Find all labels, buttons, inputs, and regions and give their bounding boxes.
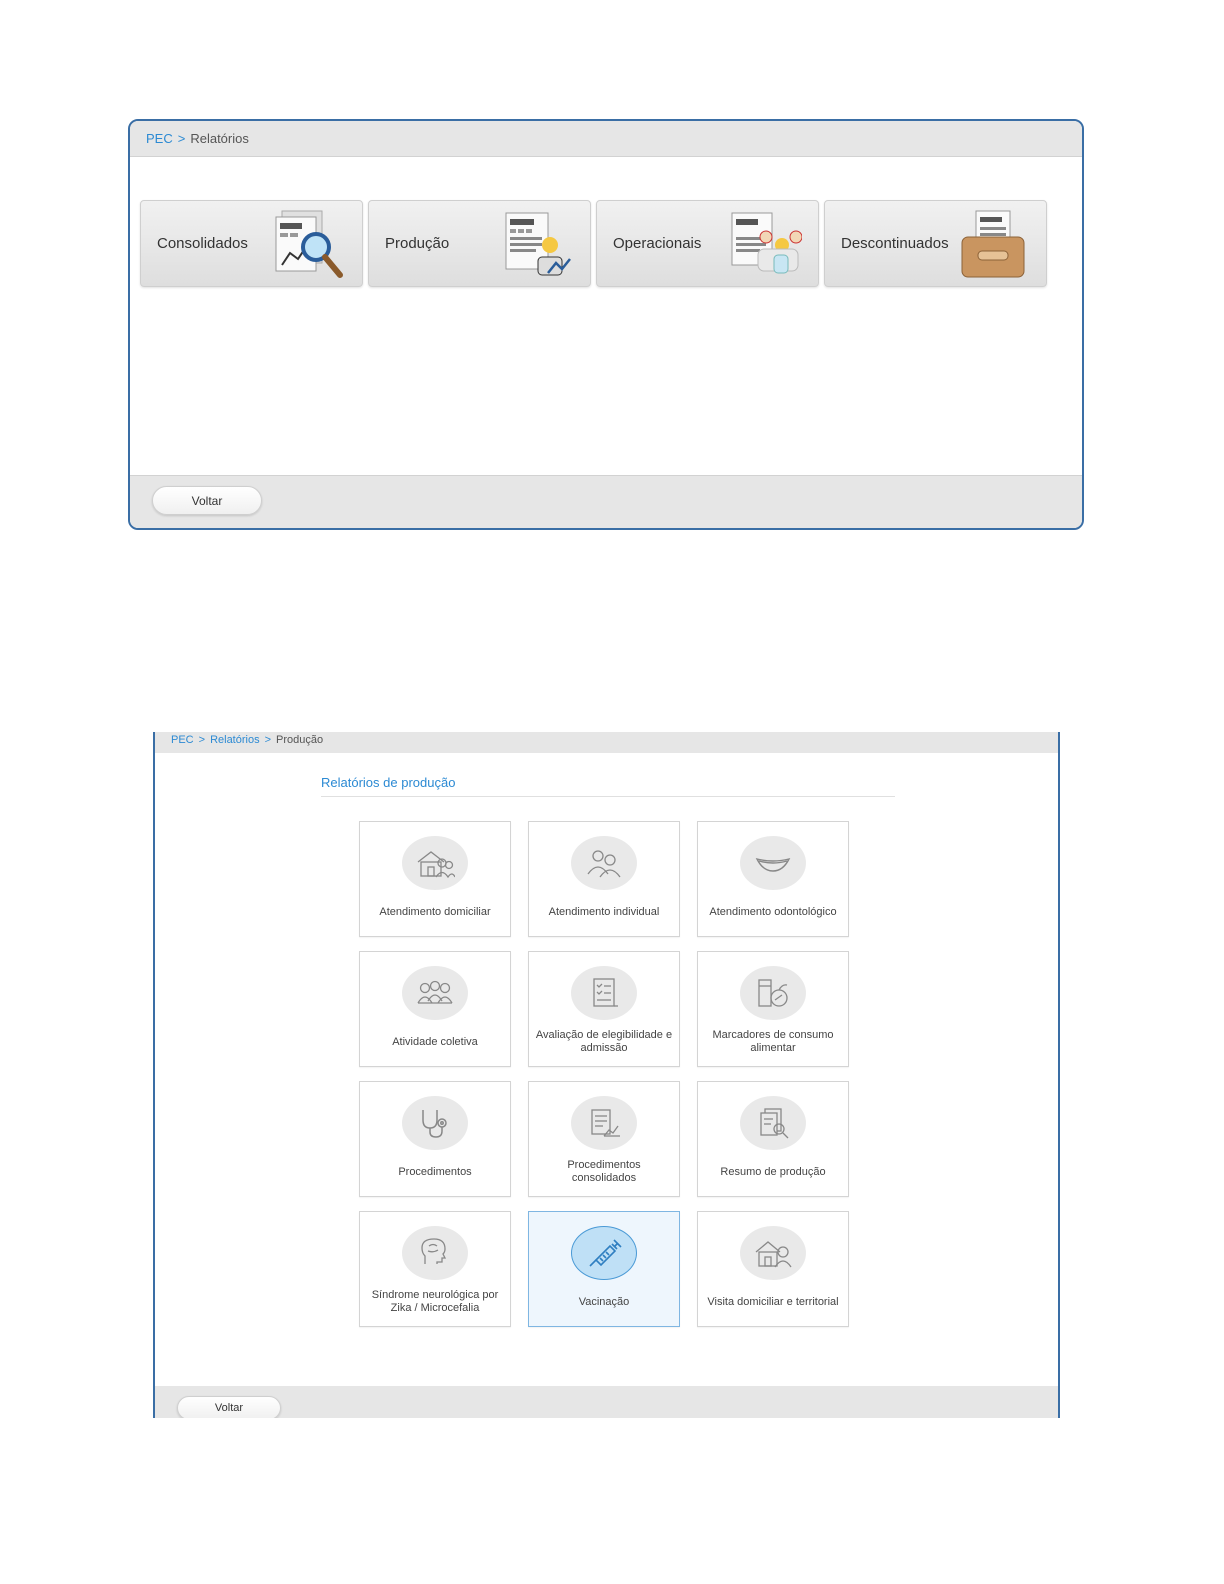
- breadcrumb: PEC > Relatórios > Produção: [155, 732, 1058, 753]
- report-professionals-icon: [731, 212, 802, 274]
- tile-atendimento-individual[interactable]: Atendimento individual: [528, 821, 680, 937]
- tile-label: Síndrome neurológica por Zika / Microcef…: [371, 1289, 499, 1314]
- tile-operacionais[interactable]: Operacionais: [596, 200, 819, 287]
- tile-label: Atendimento domiciliar: [379, 905, 491, 918]
- breadcrumb-current: Produção: [276, 734, 324, 746]
- tile-label: Consolidados: [157, 235, 248, 252]
- breadcrumb-separator: >: [198, 734, 206, 746]
- tile-consolidados[interactable]: Consolidados: [140, 200, 363, 287]
- syringe-icon: [589, 1239, 622, 1267]
- stethoscope-icon: [422, 1110, 447, 1138]
- tile-label: Procedimentos: [398, 1165, 472, 1178]
- tile-atendimento-domiciliar[interactable]: Atendimento domiciliar: [359, 821, 511, 937]
- tile-label: Procedimentos consolidados: [567, 1159, 641, 1184]
- tile-descontinuados[interactable]: Descontinuados: [824, 200, 1047, 287]
- back-button[interactable]: Voltar: [152, 486, 262, 515]
- tile-label: Resumo de produção: [720, 1165, 826, 1178]
- food-icon: [758, 979, 788, 1007]
- tile-procedimentos[interactable]: Procedimentos: [359, 1081, 511, 1197]
- tile-label: Marcadores de consumo alimentar: [712, 1029, 834, 1054]
- tile-producao[interactable]: Produção: [368, 200, 591, 287]
- breadcrumb-relatorios-link[interactable]: Relatórios: [210, 734, 260, 746]
- group-icon: [417, 980, 453, 1004]
- breadcrumb-pec-link[interactable]: PEC: [171, 734, 194, 746]
- tile-resumo-producao[interactable]: Resumo de produção: [697, 1081, 849, 1197]
- document-chart-icon: [591, 1109, 620, 1137]
- checklist-icon: [593, 978, 618, 1007]
- tile-label: Descontinuados: [841, 235, 949, 252]
- breadcrumb: PEC > Relatórios: [130, 121, 1082, 157]
- tile-label: Avaliação de elegibilidade e admissão: [535, 1029, 673, 1054]
- back-button[interactable]: Voltar: [177, 1396, 281, 1418]
- tile-label: Atividade coletiva: [392, 1035, 478, 1048]
- section-title: Relatórios de produção: [321, 775, 456, 790]
- tile-sindrome-zika[interactable]: Síndrome neurológica por Zika / Microcef…: [359, 1211, 511, 1327]
- people-icon: [587, 850, 621, 878]
- tile-label: Atendimento odontológico: [709, 905, 837, 918]
- footer-bar: Voltar: [155, 1386, 1058, 1418]
- producao-window: PEC > Relatórios > Produção Relatórios de pr…: [153, 732, 1060, 1418]
- report-magnifier-icon: [275, 210, 343, 278]
- house-person-icon: [755, 1241, 792, 1268]
- documents-search-icon: [760, 1108, 789, 1139]
- tile-label: Vacinação: [578, 1295, 630, 1308]
- mouth-icon: [755, 857, 791, 872]
- tile-label: Operacionais: [613, 235, 702, 252]
- breadcrumb-pec-link[interactable]: PEC: [146, 131, 173, 146]
- tile-vacinacao[interactable]: Vacinação: [528, 1211, 680, 1327]
- tile-avaliacao-elegibilidade[interactable]: Avaliação de elegibilidade e admissão: [528, 951, 680, 1067]
- tile-atendimento-odontologico[interactable]: Atendimento odontológico: [697, 821, 849, 937]
- tile-label: Atendimento individual: [548, 905, 660, 918]
- tile-procedimentos-consolidados[interactable]: Procedimentos consolidados: [528, 1081, 680, 1197]
- tile-marcadores-consumo[interactable]: Marcadores de consumo alimentar: [697, 951, 849, 1067]
- relatorios-window: PEC > Relatórios Consolidados Produção O…: [128, 119, 1084, 530]
- house-people-icon: [417, 851, 455, 879]
- tile-atividade-coletiva[interactable]: Atividade coletiva: [359, 951, 511, 1067]
- footer-bar: Voltar: [130, 475, 1082, 528]
- title-divider: [321, 796, 895, 797]
- head-icon: [421, 1238, 447, 1264]
- tile-visita-domiciliar[interactable]: Visita domiciliar e territorial: [697, 1211, 849, 1327]
- breadcrumb-separator: >: [264, 734, 272, 746]
- report-production-icon: [505, 212, 571, 276]
- breadcrumb-separator: >: [177, 131, 186, 146]
- archive-box-icon: [961, 210, 1025, 278]
- tile-label: Visita domiciliar e territorial: [707, 1295, 839, 1308]
- tile-label: Produção: [385, 235, 450, 252]
- breadcrumb-current: Relatórios: [190, 131, 249, 146]
